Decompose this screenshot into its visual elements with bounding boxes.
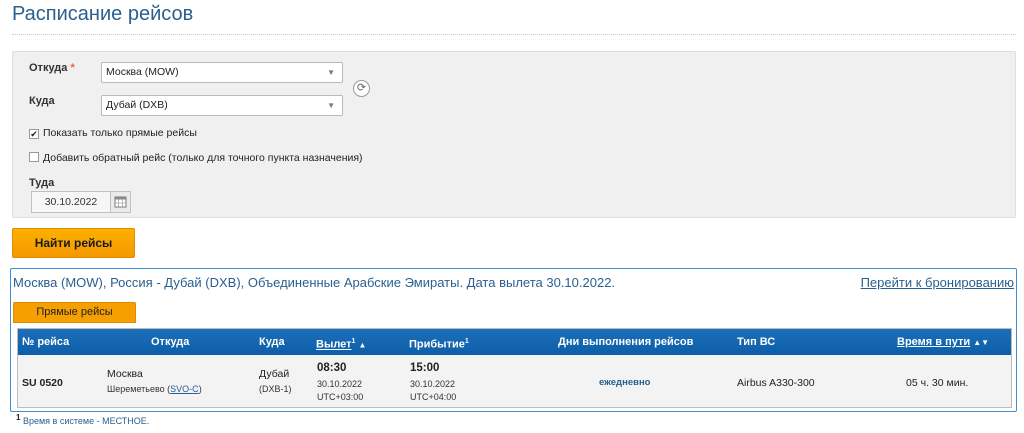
from-iata-link[interactable]: SVO-C <box>170 384 199 394</box>
from-airport-name: Шереметьево <box>107 384 165 394</box>
col-duration-label: Время в пути <box>897 336 971 348</box>
col-aircraft: Тип ВС <box>737 336 776 348</box>
footnote-mark: 1 <box>464 338 469 345</box>
from-select[interactable]: Москва (MOW) ▼ <box>101 62 343 83</box>
flight-duration: 05 ч. 30 мин. <box>906 377 969 389</box>
swap-direction-icon[interactable]: ⟳ <box>353 80 370 97</box>
results-panel: Москва (MOW), Россия - Дубай (DXB), Объе… <box>10 268 1017 412</box>
footnote-mark: 1 <box>16 413 21 422</box>
direct-only-row[interactable]: ✔ Показать только прямые рейсы <box>29 127 197 139</box>
table-header: № рейса Откуда Куда Вылет1 ▲ Прибытие1 Д… <box>18 329 1011 355</box>
arrival-date: 30.10.2022 <box>410 379 456 389</box>
title-divider <box>12 34 1016 35</box>
calendar-button[interactable] <box>110 191 131 213</box>
aircraft-type: Airbus A330-300 <box>737 377 815 389</box>
flights-table: № рейса Откуда Куда Вылет1 ▲ Прибытие1 Д… <box>17 328 1012 408</box>
return-flight-label: Добавить обратный рейс (только для точно… <box>43 152 363 164</box>
dropdown-arrow-icon: ▼ <box>327 101 335 110</box>
find-flights-button[interactable]: Найти рейсы <box>12 228 135 258</box>
footnote-text: Время в системе - МЕСТНОЕ. <box>22 416 150 426</box>
departure-date: 30.10.2022 <box>317 379 363 389</box>
to-city: Дубай <box>259 368 290 380</box>
operating-days: ежедневно <box>599 377 651 388</box>
sort-asc-icon: ▲ <box>358 340 367 350</box>
col-arrival-label: Прибытие <box>409 338 465 351</box>
date-input[interactable]: 30.10.2022 <box>31 191 111 213</box>
col-arrival: Прибытие1 <box>409 329 469 355</box>
col-to: Куда <box>259 336 285 348</box>
footnote-mark: 1 <box>351 338 356 345</box>
col-departure-label: Вылет <box>316 338 352 351</box>
sort-both-icon: ▲▼ <box>973 338 990 347</box>
from-select-value: Москва (MOW) <box>106 66 179 78</box>
col-flight-no: № рейса <box>22 336 70 348</box>
col-from: Откуда <box>151 336 190 348</box>
return-flight-row[interactable]: Добавить обратный рейс (только для точно… <box>29 152 363 164</box>
date-label: Туда <box>29 177 55 189</box>
dropdown-arrow-icon: ▼ <box>327 68 335 77</box>
col-duration[interactable]: Время в пути ▲▼ <box>897 329 989 355</box>
from-airport: Шереметьево (SVO-C) <box>107 384 202 394</box>
search-form: Откуда * Москва (MOW) ▼ ⟳ Куда Дубай (DX… <box>12 51 1016 218</box>
calendar-icon <box>114 196 127 208</box>
from-label: Откуда * <box>29 62 75 74</box>
to-select[interactable]: Дубай (DXB) ▼ <box>101 95 343 116</box>
booking-link[interactable]: Перейти к бронированию <box>861 275 1014 290</box>
from-label-text: Откуда <box>29 62 68 74</box>
page-title: Расписание рейсов <box>12 3 194 25</box>
from-city: Москва <box>107 368 143 380</box>
flight-number: SU 0520 <box>22 377 63 389</box>
required-mark: * <box>70 62 75 74</box>
direct-only-checkbox[interactable]: ✔ <box>29 129 39 139</box>
col-departure[interactable]: Вылет1 ▲ <box>316 329 366 355</box>
return-flight-checkbox[interactable] <box>29 152 39 162</box>
col-days: Дни выполнения рейсов <box>558 336 694 348</box>
results-heading: Москва (MOW), Россия - Дубай (DXB), Объе… <box>13 275 616 290</box>
to-label: Куда <box>29 95 55 107</box>
tab-direct-flights[interactable]: Прямые рейсы <box>13 302 136 323</box>
to-select-value: Дубай (DXB) <box>106 99 168 111</box>
departure-timezone: UTC+03:00 <box>317 392 364 402</box>
footnote: 1 Время в системе - МЕСТНОЕ. <box>16 413 149 426</box>
departure-time: 08:30 <box>317 362 347 374</box>
to-airport: (DXB-1) <box>259 384 292 394</box>
arrival-timezone: UTC+04:00 <box>410 392 457 402</box>
direct-only-label: Показать только прямые рейсы <box>43 127 197 139</box>
arrival-time: 15:00 <box>410 362 440 374</box>
